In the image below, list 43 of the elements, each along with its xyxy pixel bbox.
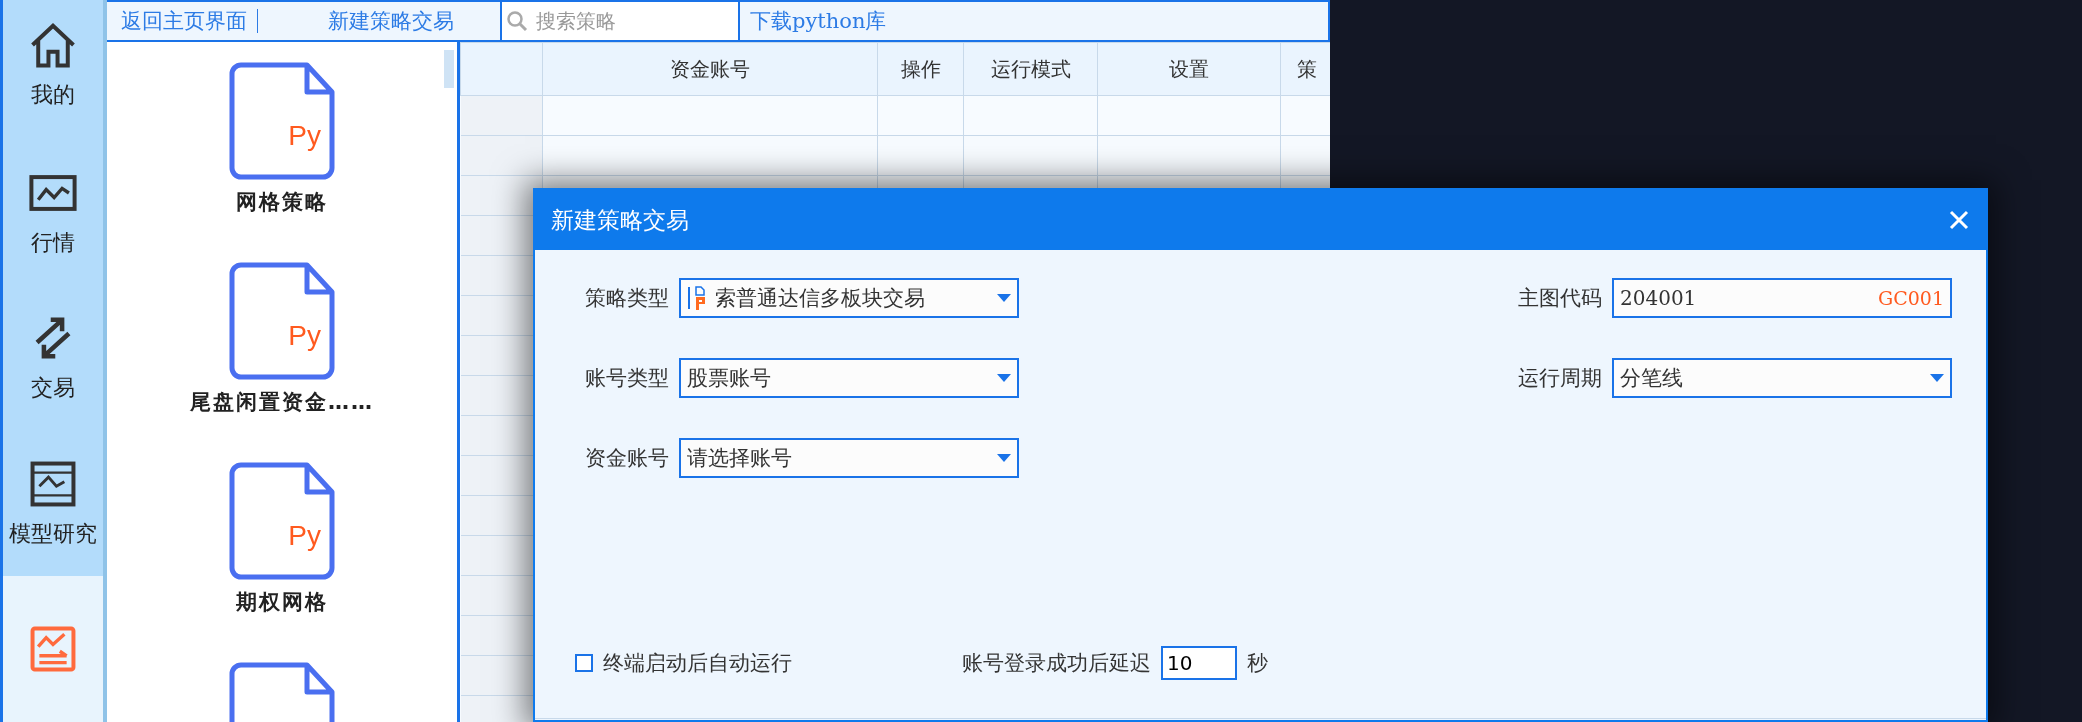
dialog-title: 新建策略交易	[551, 205, 689, 235]
nav-item[interactable]: 行情	[3, 139, 103, 286]
strategy-name[interactable]: 尾盘闲置资金……	[190, 388, 374, 416]
field-label: 账号登录成功后延迟	[962, 650, 1151, 677]
search-icon	[506, 10, 528, 32]
column-header: 资金账号	[542, 42, 878, 96]
dropdown[interactable]: 请选择账号	[679, 438, 1019, 478]
strategy-name[interactable]: 期权网格	[236, 588, 328, 616]
column-header: 策	[1280, 42, 1330, 96]
field-label: 策略类型	[585, 285, 669, 312]
code-name: GC001	[1878, 287, 1944, 309]
caret-icon	[997, 294, 1011, 302]
column-header: 设置	[1097, 42, 1281, 96]
caret-icon	[997, 374, 1011, 382]
dropdown[interactable]: 股票账号	[679, 358, 1019, 398]
dropdown[interactable]: 索普通达信多板块交易	[679, 278, 1019, 318]
column-header: 运行模式	[963, 42, 1098, 96]
caret-icon	[1930, 374, 1944, 382]
nav-item[interactable]: 我的	[3, 0, 103, 140]
code-field[interactable]: 204001 GC001	[1612, 278, 1952, 318]
unit-label: 秒	[1247, 650, 1268, 677]
search-field[interactable]: 搜索策略	[500, 0, 740, 42]
strategy-name[interactable]: 网格策略	[236, 188, 328, 216]
dropdown[interactable]: 分笔线	[1612, 358, 1952, 398]
scrollbar-thumb[interactable]	[444, 50, 454, 88]
checkbox-label: 终端启动后自动运行	[603, 650, 792, 677]
nav-item[interactable]: 模型研究	[3, 430, 103, 577]
field-label: 账号类型	[585, 365, 669, 392]
field-label: 资金账号	[585, 445, 669, 472]
nav-item[interactable]	[3, 576, 103, 722]
nav-item[interactable]: 交易	[3, 285, 103, 431]
home-icon	[28, 20, 78, 70]
caret-icon	[997, 454, 1011, 462]
close-icon[interactable]	[1948, 209, 1970, 231]
field-label: 主图代码	[1518, 285, 1602, 312]
column-header: 操作	[877, 42, 964, 96]
download-library-link[interactable]: 下载python库	[740, 7, 897, 35]
checkbox[interactable]	[575, 654, 593, 672]
search-input[interactable]: 搜索策略	[534, 8, 728, 34]
field-label: 运行周期	[1518, 365, 1602, 392]
back-home-link[interactable]: 返回主页界面	[107, 9, 258, 33]
new-strategy-link[interactable]: 新建策略交易	[318, 7, 464, 35]
delay-input[interactable]: 10	[1161, 646, 1237, 680]
